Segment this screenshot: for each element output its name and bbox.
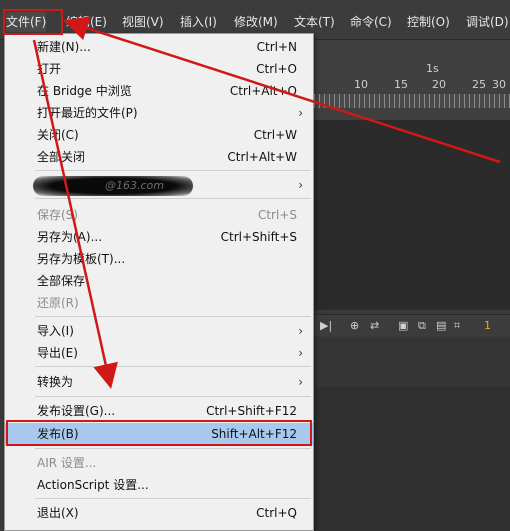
edit-multiple-frames-icon[interactable]: ⧉ xyxy=(418,319,426,333)
timeline-toolbar: ▶| ⊕ ⇄ ▣ ⧉ ▤ ⌗ 1 xyxy=(314,314,510,336)
menu-item-close-all[interactable]: 全部关闭 Ctrl+Alt+W xyxy=(5,146,313,168)
menu-separator xyxy=(35,396,311,397)
menu-item-export[interactable]: 导出(E) › xyxy=(5,342,313,364)
menu-item-save-all[interactable]: 全部保存 xyxy=(5,270,313,292)
ruler-second-label: 1s xyxy=(426,62,439,75)
timeline-ruler[interactable]: 1s 10 15 20 25 30 xyxy=(314,60,510,110)
menu-separator xyxy=(35,198,311,199)
ruler-tick: 10 xyxy=(354,78,368,91)
account-email-fragment: @163.com xyxy=(105,179,164,192)
menu-item-import[interactable]: 导入(I) › xyxy=(5,320,313,342)
ruler-tick: 30 xyxy=(492,78,506,91)
menu-item-browse-bridge[interactable]: 在 Bridge 中浏览 Ctrl+Alt+O xyxy=(5,80,313,102)
menu-commands[interactable]: 命令(C) xyxy=(350,12,392,32)
menu-item-save[interactable]: 保存(S) Ctrl+S xyxy=(5,204,313,226)
menu-text[interactable]: 文本(T) xyxy=(294,12,335,32)
ruler-tick: 20 xyxy=(432,78,446,91)
menu-item-open-recent[interactable]: 打开最近的文件(P) › xyxy=(5,102,313,124)
menu-item-air-settings[interactable]: AIR 设置... xyxy=(5,452,313,474)
ruler-tick: 25 xyxy=(472,78,486,91)
menu-item-open[interactable]: 打开 Ctrl+O xyxy=(5,58,313,80)
menu-item-save-as[interactable]: 另存为(A)... Ctrl+Shift+S xyxy=(5,226,313,248)
menu-item-actionscript-settings[interactable]: ActionScript 设置... xyxy=(5,474,313,496)
submenu-arrow-icon: › xyxy=(298,324,303,338)
submenu-arrow-icon: › xyxy=(298,106,303,120)
submenu-arrow-icon: › xyxy=(298,375,303,389)
menu-item-save-as-template[interactable]: 另存为模板(T)... xyxy=(5,248,313,270)
menu-item-exit[interactable]: 退出(X) Ctrl+Q xyxy=(5,502,313,524)
play-icon[interactable]: ▶| xyxy=(320,319,332,332)
annotation-box-publish xyxy=(6,420,312,446)
menu-item-revert[interactable]: 还原(R) xyxy=(5,292,313,314)
center-frame-icon[interactable]: ⌗ xyxy=(454,319,460,333)
menu-control[interactable]: 控制(O) xyxy=(407,12,450,32)
file-menu-dropdown: 新建(N)... Ctrl+N 打开 Ctrl+O 在 Bridge 中浏览 C… xyxy=(4,33,314,531)
menu-item-publish-settings[interactable]: 发布设置(G)... Ctrl+Shift+F12 xyxy=(5,400,313,422)
menu-insert[interactable]: 插入(I) xyxy=(180,12,217,32)
panel-bottom xyxy=(314,387,510,531)
menu-separator xyxy=(35,170,311,171)
menu-separator xyxy=(35,448,311,449)
menu-item-close[interactable]: 关闭(C) Ctrl+W xyxy=(5,124,313,146)
current-frame-number: 1 xyxy=(484,319,491,332)
submenu-arrow-icon: › xyxy=(298,346,303,360)
panel-lower xyxy=(314,337,510,387)
timeline-layers-area[interactable] xyxy=(314,120,510,310)
annotation-box-file-menu xyxy=(3,9,63,35)
menu-edit[interactable]: 编辑(E) xyxy=(66,12,107,32)
menu-separator xyxy=(35,316,311,317)
menu-item-new[interactable]: 新建(N)... Ctrl+N xyxy=(5,36,313,58)
onion-outline-icon[interactable]: ▣ xyxy=(398,319,408,332)
submenu-arrow-icon: › xyxy=(298,178,303,192)
frame-strip[interactable] xyxy=(314,94,510,108)
menu-item-convert-to[interactable]: 转换为 › xyxy=(5,371,313,393)
menu-view[interactable]: 视图(V) xyxy=(122,12,164,32)
menu-modify[interactable]: 修改(M) xyxy=(234,12,278,32)
modify-markers-icon[interactable]: ▤ xyxy=(436,319,446,332)
menu-debug[interactable]: 调试(D) xyxy=(466,12,509,32)
onion-skin-icon[interactable]: ⊕ xyxy=(350,319,359,332)
menu-separator xyxy=(35,366,311,367)
ruler-tick: 15 xyxy=(394,78,408,91)
loop-icon[interactable]: ⇄ xyxy=(370,319,379,332)
menu-separator xyxy=(35,498,311,499)
